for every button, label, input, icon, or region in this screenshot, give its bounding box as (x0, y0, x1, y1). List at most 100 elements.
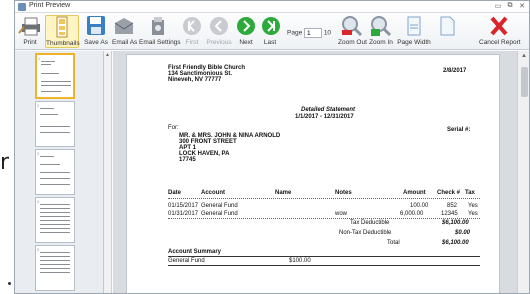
thumbnail-number: 4 (37, 199, 40, 204)
first-page-icon (183, 17, 201, 35)
zoom-out-button[interactable]: Zoom Out (338, 15, 367, 48)
thumbnail-number: 5 (37, 247, 40, 252)
thumbnail-page[interactable]: 4 (35, 197, 75, 243)
preview-area: First Friendly Bible Church 134 Sanctimo… (113, 51, 517, 293)
window-title: Print Preview (29, 2, 71, 9)
row-check: 852 (447, 203, 458, 209)
email-settings-button[interactable]: Email Settings (139, 15, 181, 48)
email-as-label: Email As (112, 39, 138, 46)
email-icon (114, 18, 134, 34)
total-value: $0.00 (455, 230, 471, 236)
thumbnail-page[interactable]: 2 (35, 101, 75, 147)
row-check: 12345 (441, 211, 458, 217)
col-name: Name (275, 190, 292, 196)
col-amount: Amount (403, 190, 426, 196)
zoom-in-icon (371, 16, 392, 37)
next-label: Next (239, 39, 253, 46)
zoom-in-label: Zoom In (369, 39, 393, 46)
scroll-up-icon[interactable]: ▲ (105, 52, 110, 58)
thumbnails-label: Thumbnails (46, 40, 80, 47)
thumbnail-pane: 1 2 3 4 5 (15, 51, 104, 293)
col-date: Date (168, 190, 182, 196)
header-divider (168, 198, 480, 199)
preview-scrollbar[interactable]: ▲ (517, 51, 529, 293)
print-label: Print (23, 39, 37, 46)
page-width-button[interactable]: Page Width (397, 15, 431, 48)
email-as-button[interactable]: Email As (112, 15, 138, 48)
thumbnail-number: 2 (37, 103, 40, 108)
row-account: General Fund (201, 203, 238, 209)
save-as-button[interactable]: Save As (83, 15, 109, 48)
total-value: $6,100.00 (442, 220, 469, 226)
serial-label: Serial #: (447, 127, 471, 133)
save-icon (87, 16, 105, 35)
save-as-label: Save As (84, 39, 108, 46)
rows-divider (168, 218, 480, 219)
recipient-line: 17745 (179, 157, 196, 163)
col-account: Account (201, 190, 225, 196)
thumbnail-page[interactable]: 1 (35, 53, 75, 99)
church-address-line2: Nineveh, NV 77777 (168, 77, 222, 83)
row-notes: wow (335, 211, 348, 217)
summary-account: General Fund (168, 258, 205, 264)
summary-divider (168, 256, 480, 257)
page-number-input[interactable] (304, 28, 322, 38)
minimize-button[interactable]: ▭ (493, 2, 503, 10)
background-dot (8, 282, 11, 285)
thumbnail-number: 1 (38, 56, 41, 61)
email-settings-icon (152, 17, 164, 35)
total-label: Non-Tax Deductible (339, 230, 392, 236)
account-summary-title: Account Summary (168, 249, 222, 255)
thumbnail-page[interactable]: 5 (35, 245, 75, 291)
print-date: 2/8/2017 (443, 68, 467, 74)
title-bar: Print Preview ▭ ⧉ ✕ (15, 1, 529, 13)
page-icon (440, 16, 455, 36)
print-button[interactable]: Print (17, 15, 43, 48)
thumbnails-icon (56, 16, 68, 38)
row-date: 01/15/2017 (168, 203, 199, 209)
last-page-button[interactable]: Last (259, 15, 281, 48)
background-text: r (0, 150, 10, 175)
col-tax: Tax (465, 190, 475, 196)
summary-bottom-divider (168, 265, 480, 266)
printer-icon (18, 17, 40, 36)
thumbnails-button[interactable]: Thumbnails (45, 15, 80, 48)
total-value: $6,100.00 (442, 240, 469, 246)
next-page-icon (237, 17, 255, 35)
report-page: First Friendly Bible Church 134 Sanctimo… (126, 54, 500, 293)
row-amount: 6,000.00 (400, 211, 424, 217)
screen: r Print Preview ▭ ⧉ ✕ Print Thumbnails S… (0, 0, 530, 294)
statement-range: 1/1/2017 - 12/31/2017 (295, 114, 354, 120)
previous-label: Previous (206, 39, 232, 46)
zoom-in-button[interactable]: Zoom In (368, 15, 394, 48)
restore-button[interactable]: ⧉ (505, 2, 515, 10)
whole-page-button[interactable] (435, 15, 457, 48)
next-page-button[interactable]: Next (234, 15, 258, 48)
thumbnail-page[interactable]: 3 (35, 149, 75, 195)
close-button[interactable]: ✕ (517, 2, 527, 10)
scroll-up-icon[interactable]: ▲ (521, 53, 527, 59)
page-width-label: Page Width (397, 39, 431, 46)
total-label: Total (387, 240, 400, 246)
previous-page-button[interactable]: Previous (206, 15, 232, 48)
thumbnail-scrollbar[interactable]: ▲ (104, 51, 112, 293)
row-date: 01/31/2017 (168, 211, 199, 217)
zoom-out-icon (342, 16, 363, 37)
scroll-thumb[interactable] (521, 67, 528, 97)
first-label: First (185, 39, 199, 46)
last-page-icon (262, 17, 280, 35)
page-label: Page (287, 29, 303, 37)
first-page-button[interactable]: First (180, 15, 204, 48)
page-width-icon (407, 16, 421, 36)
zoom-out-label: Zoom Out (338, 39, 367, 46)
summary-amount: $100.00 (289, 258, 311, 264)
col-notes: Notes (335, 190, 352, 196)
row-tax: Yes (468, 203, 478, 209)
thumbnail-number: 3 (37, 151, 40, 156)
statement-title: Detailed Statement (301, 107, 356, 113)
email-settings-label: Email Settings (139, 39, 181, 46)
cancel-report-button[interactable]: Cancel Report (479, 15, 521, 48)
previous-page-icon (210, 17, 228, 35)
row-amount: 100.00 (410, 203, 429, 209)
last-label: Last (263, 39, 277, 46)
